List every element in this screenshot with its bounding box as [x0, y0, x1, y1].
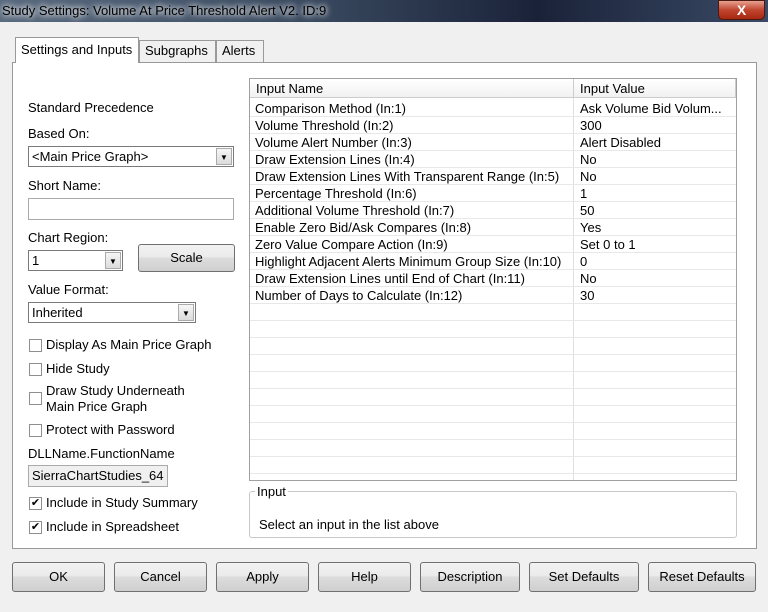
display-as-main-checkbox[interactable]: [29, 339, 42, 352]
short-name-label: Short Name:: [28, 178, 101, 193]
table-row[interactable]: Enable Zero Bid/Ask Compares (In:8) Yes: [250, 219, 736, 236]
input-value[interactable]: Ask Volume Bid Volum...: [580, 101, 722, 116]
empty-row: [250, 372, 736, 389]
empty-row: [250, 440, 736, 457]
tab-subgraphs[interactable]: Subgraphs: [139, 40, 216, 62]
input-name: Number of Days to Calculate (In:12): [255, 288, 463, 303]
draw-underneath-checkbox[interactable]: [29, 392, 42, 405]
based-on-value: <Main Price Graph>: [32, 149, 149, 164]
value-format-select[interactable]: Inherited ▼: [28, 302, 196, 323]
input-value[interactable]: 30: [580, 288, 594, 303]
apply-button[interactable]: Apply: [216, 562, 309, 592]
empty-row: [250, 457, 736, 474]
column-header-input-value[interactable]: Input Value: [574, 79, 736, 98]
dll-input[interactable]: SierraChartStudies_64: [28, 465, 168, 487]
include-spreadsheet-checkbox[interactable]: ✔: [29, 521, 42, 534]
input-name: Enable Zero Bid/Ask Compares (In:8): [255, 220, 472, 235]
table-row[interactable]: Draw Extension Lines until End of Chart …: [250, 270, 736, 287]
draw-underneath-label: Draw Study Underneath Main Price Graph: [46, 383, 185, 414]
display-as-main-label: Display As Main Price Graph: [46, 337, 212, 352]
table-row[interactable]: Additional Volume Threshold (In:7) 50: [250, 202, 736, 219]
input-groupbox-label: Input: [257, 484, 286, 499]
table-row[interactable]: Zero Value Compare Action (In:9) Set 0 to…: [250, 236, 736, 253]
input-name: Zero Value Compare Action (In:9): [255, 237, 448, 252]
tab-alerts[interactable]: Alerts: [216, 40, 264, 62]
input-value[interactable]: No: [580, 271, 597, 286]
table-row[interactable]: Highlight Adjacent Alerts Minimum Group …: [250, 253, 736, 270]
chart-region-select[interactable]: 1 ▼: [28, 250, 123, 271]
input-value[interactable]: 300: [580, 118, 602, 133]
table-row[interactable]: Volume Alert Number (In:3) Alert Disabled: [250, 134, 736, 151]
description-button[interactable]: Description: [420, 562, 520, 592]
input-value[interactable]: Yes: [580, 220, 601, 235]
cancel-button[interactable]: Cancel: [114, 562, 207, 592]
empty-row: [250, 321, 736, 338]
chevron-down-icon: ▼: [216, 148, 232, 165]
input-value[interactable]: 0: [580, 254, 587, 269]
set-defaults-button[interactable]: Set Defaults: [529, 562, 639, 592]
input-description: Select an input in the list above: [259, 517, 439, 532]
table-row[interactable]: Comparison Method (In:1) Ask Volume Bid V…: [250, 100, 736, 117]
input-name: Draw Extension Lines With Transparent Ra…: [255, 169, 560, 184]
window-title: Study Settings: Volume At Price Threshol…: [2, 3, 327, 18]
empty-row: [250, 355, 736, 372]
chevron-down-icon: ▼: [105, 252, 121, 269]
table-row[interactable]: Draw Extension Lines With Transparent Ra…: [250, 168, 736, 185]
help-button[interactable]: Help: [318, 562, 411, 592]
value-format-value: Inherited: [32, 305, 83, 320]
hide-study-checkbox[interactable]: [29, 363, 42, 376]
input-name: Highlight Adjacent Alerts Minimum Group …: [255, 254, 562, 269]
input-name: Volume Alert Number (In:3): [255, 135, 412, 150]
empty-row: [250, 423, 736, 440]
close-button[interactable]: X: [718, 0, 765, 20]
input-value[interactable]: 1: [580, 186, 587, 201]
short-name-input[interactable]: [28, 198, 234, 220]
input-value[interactable]: Set 0 to 1: [580, 237, 636, 252]
table-row[interactable]: Draw Extension Lines (In:4) No: [250, 151, 736, 168]
input-value[interactable]: Alert Disabled: [580, 135, 661, 150]
empty-row: [250, 338, 736, 355]
protect-password-label: Protect with Password: [46, 422, 175, 437]
include-spreadsheet-label: Include in Spreadsheet: [46, 519, 179, 534]
empty-row: [250, 389, 736, 406]
input-value[interactable]: No: [580, 152, 597, 167]
chart-region-value: 1: [32, 253, 40, 268]
inputs-grid[interactable]: Input Name Input Value Comparison Method…: [249, 78, 737, 481]
input-name: Comparison Method (In:1): [255, 101, 407, 116]
include-summary-checkbox[interactable]: ✔: [29, 497, 42, 510]
based-on-select[interactable]: <Main Price Graph> ▼: [28, 146, 234, 167]
include-summary-label: Include in Study Summary: [46, 495, 198, 510]
value-format-label: Value Format:: [28, 282, 109, 297]
input-name: Draw Extension Lines until End of Chart …: [255, 271, 526, 286]
empty-row: [250, 304, 736, 321]
dll-label: DLLName.FunctionName: [28, 446, 175, 461]
input-value[interactable]: 50: [580, 203, 594, 218]
tab-settings-and-inputs[interactable]: Settings and Inputs: [15, 37, 139, 63]
input-name: Percentage Threshold (In:6): [255, 186, 417, 201]
table-row[interactable]: Percentage Threshold (In:6) 1: [250, 185, 736, 202]
based-on-label: Based On:: [28, 126, 90, 141]
table-row[interactable]: Volume Threshold (In:2) 300: [250, 117, 736, 134]
protect-password-checkbox[interactable]: [29, 424, 42, 437]
chart-region-label: Chart Region:: [28, 230, 109, 245]
chevron-down-icon: ▼: [178, 304, 194, 321]
input-groupbox: Input Select an input in the list above: [249, 484, 737, 538]
hide-study-label: Hide Study: [46, 361, 110, 376]
ok-button[interactable]: OK: [12, 562, 105, 592]
input-value[interactable]: No: [580, 169, 597, 184]
reset-defaults-button[interactable]: Reset Defaults: [648, 562, 756, 592]
input-name: Volume Threshold (In:2): [255, 118, 394, 133]
empty-row: [250, 406, 736, 423]
standard-precedence-label: Standard Precedence: [28, 100, 154, 115]
input-name: Additional Volume Threshold (In:7): [255, 203, 455, 218]
column-header-input-name[interactable]: Input Name: [250, 79, 574, 98]
input-name: Draw Extension Lines (In:4): [255, 152, 415, 167]
scale-button[interactable]: Scale: [138, 244, 235, 272]
table-row[interactable]: Number of Days to Calculate (In:12) 30: [250, 287, 736, 304]
